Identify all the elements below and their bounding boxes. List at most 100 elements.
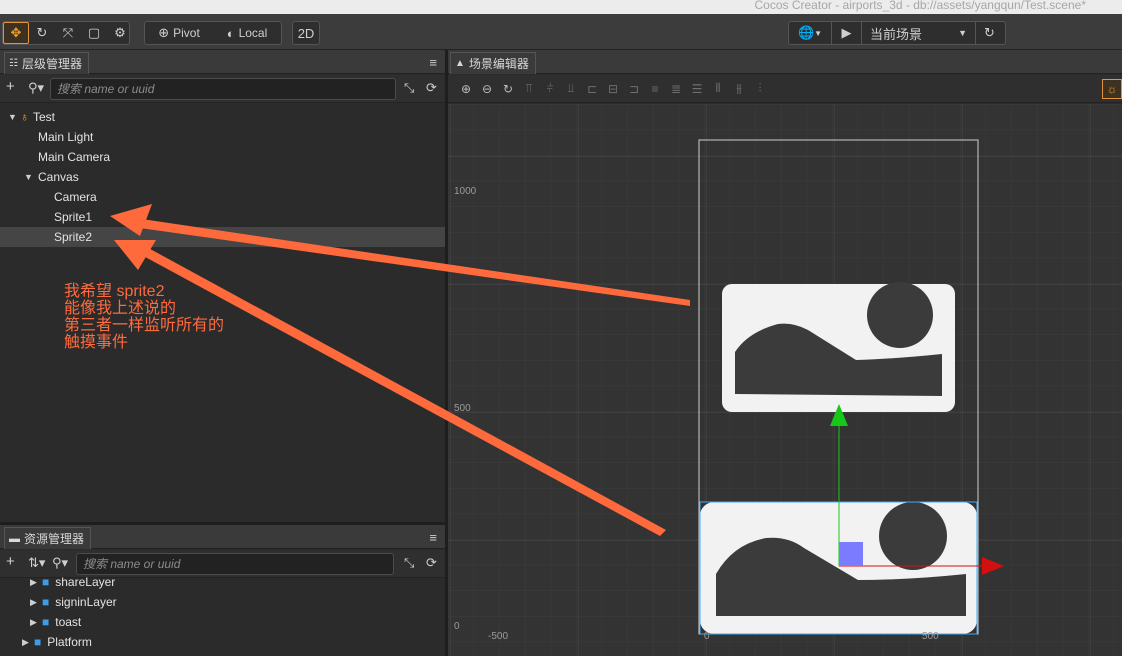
rotate-tool-button[interactable]: ↻	[29, 22, 55, 44]
tree-node-sprite2[interactable]: Sprite2	[0, 227, 445, 247]
hierarchy-search-input[interactable]	[51, 79, 395, 99]
rect-tool-button[interactable]: ▢	[81, 22, 107, 44]
assets-tab-label: 资源管理器	[24, 532, 85, 546]
assets-search-input[interactable]	[77, 554, 393, 574]
play-button[interactable]: ▶	[831, 22, 861, 44]
tree-node-main-light[interactable]: Main Light	[0, 127, 445, 147]
move-tool-button[interactable]: ✥	[3, 22, 29, 44]
y-axis-label: 1000	[454, 186, 477, 197]
scene-select-label: 当前场景	[870, 26, 923, 42]
annotation-line: 能像我上述说的	[64, 300, 177, 317]
align-right-icon[interactable]: ⊐	[626, 82, 642, 96]
align-top-icon[interactable]: ⫪	[521, 81, 537, 96]
assets-header: ▬ 资源管理器 ≡	[0, 525, 445, 549]
window-title: Cocos Creator - airports_3d - db://asset…	[754, 0, 1087, 12]
tree-node-label: Canvas	[38, 170, 79, 184]
hierarchy-search-row: + ⚲▾ ⤡ ⟳	[0, 75, 445, 103]
align-hcenter-icon[interactable]: ⊟	[605, 82, 621, 96]
hierarchy-header: ☷ 层级管理器 ≡	[0, 50, 445, 74]
settings-tool-button[interactable]: ⚙	[107, 22, 133, 44]
local-label: Local	[238, 26, 268, 40]
align-vcenter-icon[interactable]: ⫩	[542, 81, 558, 96]
asset-label: toast	[55, 615, 82, 629]
tree-node-main-camera[interactable]: Main Camera	[0, 147, 445, 167]
scene-editor-icon: ▲	[455, 58, 465, 69]
x-axis-label: 0	[704, 631, 710, 642]
asset-folder-toast[interactable]: ▶ ■ toast	[0, 612, 445, 632]
caret-right-icon[interactable]: ▶	[22, 637, 32, 648]
zoom-out-icon[interactable]: ⊖	[479, 82, 495, 96]
pivot-local-group: ⊕ Pivot ◐ Local	[144, 21, 282, 45]
pivot-button[interactable]: ⊕ Pivot	[145, 22, 213, 44]
distribute-top-icon[interactable]: ≡	[647, 82, 663, 96]
zoom-in-icon[interactable]: ⊕	[458, 82, 474, 96]
platform-select-button[interactable]: 🌐 ▼	[789, 22, 831, 44]
refresh-button[interactable]: ↻	[975, 22, 1003, 44]
annotation-line: 第三者一样监听所有的	[64, 317, 225, 334]
caret-down-icon[interactable]: ▼	[24, 172, 34, 182]
hierarchy-tab[interactable]: ☷ 层级管理器	[4, 52, 89, 74]
globe-icon: ◐	[226, 25, 235, 41]
x-axis-label: 500	[922, 631, 939, 642]
mode-2d-group: 2D	[292, 21, 320, 45]
tree-node-label: Camera	[54, 190, 97, 204]
scene-panel-header: ▲ 场景编辑器	[448, 50, 1122, 75]
asset-label: shareLayer	[55, 575, 116, 589]
annotation-text: 我希望 sprite2 能像我上述说的 第三者一样监听所有的 触摸事件	[64, 283, 224, 351]
scene-tab-label: 场景编辑器	[468, 57, 529, 71]
align-bottom-icon[interactable]: ⫫	[563, 81, 579, 96]
y-axis-label: 500	[454, 403, 471, 414]
distribute-hcenter-icon[interactable]: ⫵	[731, 81, 747, 96]
collapse-all-icon[interactable]: ⤡	[404, 80, 414, 96]
assets-tab[interactable]: ▬ 资源管理器	[4, 527, 92, 549]
collapse-all-icon[interactable]: ⤡	[404, 555, 414, 571]
tree-node-label: Main Light	[38, 130, 94, 144]
tree-node-sprite1[interactable]: Sprite1	[0, 207, 445, 227]
tree-node-test[interactable]: ▼ ♁ Test	[0, 107, 445, 127]
refresh-icon[interactable]: ⟳	[426, 555, 437, 571]
gizmo-center-handle[interactable]	[839, 542, 863, 566]
mode-2d-button[interactable]: 2D	[293, 22, 319, 44]
distribute-vcenter-icon[interactable]: ≣	[668, 82, 684, 96]
play-controls: 🌐 ▼ ▶ 当前场景 ▼ ↻	[788, 21, 1006, 45]
panel-menu-icon[interactable]: ≡	[429, 55, 437, 70]
sort-icon[interactable]: ⇅▾	[28, 555, 45, 571]
scene-select[interactable]: 当前场景 ▼	[861, 22, 975, 44]
rotate-icon: ↻	[36, 25, 48, 40]
hierarchy-search-box	[50, 78, 396, 100]
asset-folder-sharelayer[interactable]: ▶ ■ shareLayer	[0, 572, 445, 592]
distribute-right-icon[interactable]: ⫶	[752, 81, 768, 96]
scene-tab[interactable]: ▲ 场景编辑器	[450, 52, 536, 74]
caret-down-icon[interactable]: ▼	[8, 112, 18, 122]
tree-node-canvas[interactable]: ▼ Canvas	[0, 167, 445, 187]
reset-view-icon[interactable]: ↻	[500, 82, 516, 96]
caret-down-icon: ▼	[958, 28, 967, 38]
add-asset-button[interactable]: +	[6, 553, 15, 570]
caret-right-icon[interactable]: ▶	[30, 597, 40, 608]
scale-tool-button[interactable]: ⤧	[55, 22, 81, 44]
panel-menu-icon[interactable]: ≡	[429, 530, 437, 545]
sun-icon: ☼	[1106, 82, 1118, 96]
tree-node-camera[interactable]: Camera	[0, 187, 445, 207]
caret-right-icon[interactable]: ▶	[30, 617, 40, 628]
search-icon[interactable]: ⚲▾	[28, 80, 44, 96]
assets-panel: ▬ 资源管理器 ≡ + ⇅▾ ⚲▾ ⤡ ⟳ ▶ ■ shareLayer ▶ ■…	[0, 525, 445, 656]
caret-right-icon[interactable]: ▶	[30, 577, 40, 588]
lighting-toggle-button[interactable]: ☼	[1102, 79, 1122, 99]
align-left-icon[interactable]: ⊏	[584, 82, 600, 96]
pivot-label: Pivot	[173, 26, 200, 40]
distribute-bottom-icon[interactable]: ☰	[689, 82, 705, 96]
scene-viewport[interactable]: 1000 500 0 -500 0 500	[448, 104, 1122, 656]
add-node-button[interactable]: +	[6, 78, 15, 95]
annotation-line: 触摸事件	[64, 334, 129, 351]
local-button[interactable]: ◐ Local	[213, 22, 281, 44]
scale-icon: ⤧	[62, 25, 74, 40]
search-icon[interactable]: ⚲▾	[52, 555, 68, 571]
refresh-icon[interactable]: ⟳	[426, 80, 437, 96]
y-axis-label: 0	[454, 621, 460, 632]
asset-folder-platform[interactable]: ▶ ■ Platform	[0, 632, 445, 652]
sprite1-image[interactable]	[722, 282, 955, 412]
distribute-left-icon[interactable]: ⫴	[710, 81, 726, 96]
folder-icon: ■	[34, 635, 42, 649]
asset-folder-signinlayer[interactable]: ▶ ■ signinLayer	[0, 592, 445, 612]
